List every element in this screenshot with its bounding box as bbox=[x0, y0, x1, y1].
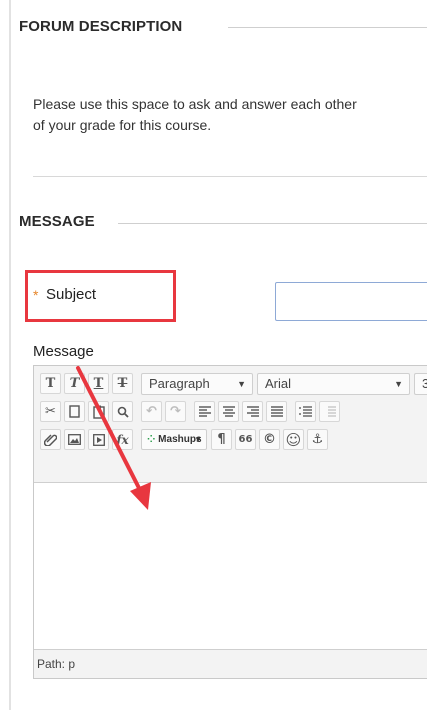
bold-button[interactable]: T bbox=[40, 373, 61, 394]
forum-description-divider bbox=[33, 176, 427, 177]
forum-description-line-1: Please use this space to ask and answer … bbox=[33, 96, 357, 112]
paragraph-mark-button[interactable]: ¶ bbox=[211, 429, 232, 450]
align-center-icon[interactable] bbox=[218, 401, 239, 422]
size-select-value: 3 bbox=[422, 376, 427, 391]
outdent-icon[interactable] bbox=[319, 401, 340, 422]
math-formula-icon[interactable]: fx bbox=[112, 429, 133, 450]
message-rule bbox=[118, 223, 427, 224]
forum-description-text: Please use this space to ask and answer … bbox=[33, 94, 427, 136]
size-select[interactable]: 3 bbox=[414, 373, 427, 395]
align-right-icon[interactable] bbox=[242, 401, 263, 422]
font-select-value: Arial bbox=[265, 376, 292, 391]
page-left-border bbox=[9, 0, 11, 710]
emoticon-button[interactable]: ☺ bbox=[283, 429, 304, 450]
attach-file-icon[interactable] bbox=[40, 429, 61, 450]
font-select[interactable]: Arial ▼ bbox=[257, 373, 410, 395]
copy-icon[interactable] bbox=[64, 401, 85, 422]
italic-button[interactable]: T bbox=[64, 373, 85, 394]
underline-button[interactable]: T bbox=[88, 373, 109, 394]
message-text-area[interactable] bbox=[34, 482, 427, 650]
mashups-icon: ⁘ bbox=[147, 434, 156, 445]
chevron-down-icon: ▼ bbox=[194, 435, 202, 444]
numbered-list-icon[interactable] bbox=[295, 401, 316, 422]
editor-toolbar-row-3: fx ⁘ Mashups ▼ ¶ 66 © ☺ ⚓ bbox=[34, 429, 427, 455]
align-justify-icon[interactable] bbox=[266, 401, 287, 422]
find-icon[interactable] bbox=[112, 401, 133, 422]
blockquote-button[interactable]: 66 bbox=[235, 429, 256, 450]
strikethrough-button[interactable]: T bbox=[112, 373, 133, 394]
format-select[interactable]: Paragraph ▼ bbox=[141, 373, 253, 395]
message-label: Message bbox=[33, 343, 94, 360]
message-editor: T T T T Paragraph ▼ Arial ▼ 3 ✂ ↶ ↷ fx ⁘… bbox=[33, 365, 427, 679]
insert-media-icon[interactable] bbox=[88, 429, 109, 450]
editor-path-bar: Path: p bbox=[37, 657, 76, 671]
subject-label: Subject bbox=[46, 286, 97, 303]
format-select-value: Paragraph bbox=[149, 376, 210, 391]
forum-description-rule bbox=[228, 27, 427, 28]
cut-icon[interactable]: ✂ bbox=[40, 401, 61, 422]
chevron-down-icon: ▼ bbox=[237, 379, 246, 389]
editor-toolbar-row-1: T T T T Paragraph ▼ Arial ▼ 3 bbox=[34, 373, 427, 399]
message-heading: MESSAGE bbox=[19, 213, 95, 230]
subject-input[interactable] bbox=[275, 282, 427, 321]
chevron-down-icon: ▼ bbox=[394, 379, 403, 389]
required-marker: * bbox=[33, 287, 39, 303]
redo-icon[interactable]: ↷ bbox=[165, 401, 186, 422]
insert-image-icon[interactable] bbox=[64, 429, 85, 450]
align-left-icon[interactable] bbox=[194, 401, 215, 422]
mashups-select[interactable]: ⁘ Mashups ▼ bbox=[141, 429, 207, 450]
forum-description-line-2: of your grade for this course. bbox=[33, 117, 212, 133]
paste-icon[interactable] bbox=[88, 401, 109, 422]
editor-toolbar-row-2: ✂ ↶ ↷ bbox=[34, 401, 427, 427]
forum-description-heading: FORUM DESCRIPTION bbox=[19, 18, 183, 35]
anchor-icon[interactable]: ⚓ bbox=[307, 429, 328, 450]
undo-icon[interactable]: ↶ bbox=[141, 401, 162, 422]
copyright-button[interactable]: © bbox=[259, 429, 280, 450]
